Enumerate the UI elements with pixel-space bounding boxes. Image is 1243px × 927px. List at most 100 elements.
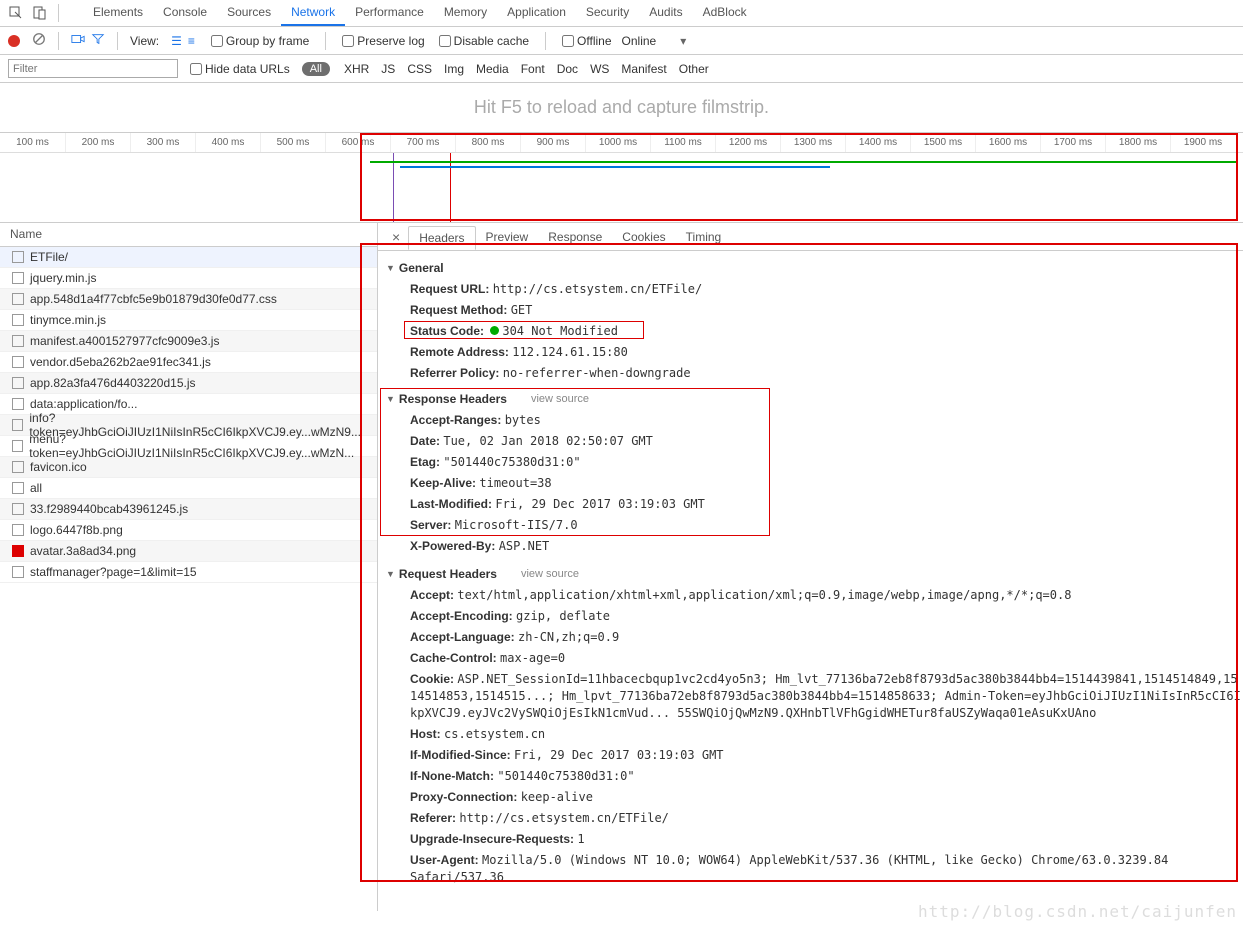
request-row[interactable]: 33.f2989440bcab43961245.js [0, 499, 377, 520]
detail-tab-headers[interactable]: Headers [408, 226, 475, 250]
tab-sources[interactable]: Sources [217, 0, 281, 26]
file-icon [12, 335, 24, 347]
file-icon [12, 503, 24, 515]
file-icon [12, 524, 24, 536]
file-icon [12, 398, 24, 410]
filter-all[interactable]: All [302, 62, 330, 76]
request-row[interactable]: ETFile/ [0, 247, 377, 268]
disable-cache-checkbox[interactable]: Disable cache [439, 34, 529, 48]
request-name: ETFile/ [30, 250, 68, 264]
filter-doc[interactable]: Doc [557, 62, 578, 76]
tab-memory[interactable]: Memory [434, 0, 497, 26]
device-icon[interactable] [32, 5, 48, 21]
view-tree-icon[interactable]: ≡ [188, 34, 195, 48]
detail-tab-timing[interactable]: Timing [676, 226, 732, 248]
close-icon[interactable]: × [384, 229, 408, 245]
preserve-log-checkbox[interactable]: Preserve log [342, 34, 424, 48]
filter-img[interactable]: Img [444, 62, 464, 76]
request-name: all [30, 481, 42, 495]
tab-performance[interactable]: Performance [345, 0, 434, 26]
hide-data-urls-checkbox[interactable]: Hide data URLs [190, 62, 290, 76]
detail-tabs: × HeadersPreviewResponseCookiesTiming [378, 223, 1243, 251]
camera-icon[interactable] [71, 32, 85, 49]
tick: 1500 ms [910, 133, 975, 152]
request-name: staffmanager?page=1&limit=15 [30, 565, 197, 579]
filter-media[interactable]: Media [476, 62, 509, 76]
tick: 500 ms [260, 133, 325, 152]
network-toolbar: View: ☰ ≡ Group by frame Preserve log Di… [0, 27, 1243, 55]
filter-ws[interactable]: WS [590, 62, 609, 76]
request-row[interactable]: avatar.3a8ad34.png [0, 541, 377, 562]
tab-network[interactable]: Network [281, 0, 345, 26]
request-row[interactable]: tinymce.min.js [0, 310, 377, 331]
section-response-headers[interactable]: ▼Response Headersview source [386, 388, 1243, 410]
offline-checkbox[interactable]: Offline [562, 34, 611, 48]
request-row[interactable]: menu?token=eyJhbGciOiJIUzI1NiIsInR5cCI6I… [0, 436, 377, 457]
filter-input[interactable] [8, 59, 178, 78]
tab-audits[interactable]: Audits [639, 0, 692, 26]
filmstrip-hint: Hit F5 to reload and capture filmstrip. [0, 83, 1243, 133]
tick: 1800 ms [1105, 133, 1170, 152]
request-row[interactable]: jquery.min.js [0, 268, 377, 289]
detail-tab-cookies[interactable]: Cookies [612, 226, 675, 248]
filter-font[interactable]: Font [521, 62, 545, 76]
detail-tab-response[interactable]: Response [538, 226, 612, 248]
request-row[interactable]: app.548d1a4f77cbfc5e9b01879d30fe0d77.css [0, 289, 377, 310]
status-dot-icon [490, 326, 499, 335]
headers-body: ▼General Request URL: http://cs.etsystem… [378, 251, 1243, 911]
file-icon [12, 272, 24, 284]
watermark: http://blog.csdn.net/caijunfen [918, 902, 1237, 921]
tick: 400 ms [195, 133, 260, 152]
throttle-dropdown-icon[interactable]: ▾ [680, 34, 686, 48]
view-source-request[interactable]: view source [521, 568, 579, 580]
view-list-icon[interactable]: ☰ [171, 34, 182, 48]
section-request-headers[interactable]: ▼Request Headersview source [386, 563, 1243, 585]
request-row[interactable]: staffmanager?page=1&limit=15 [0, 562, 377, 583]
request-row[interactable]: app.82a3fa476d4403220d15.js [0, 373, 377, 394]
request-row[interactable]: manifest.a4001527977cfc9009e3.js [0, 331, 377, 352]
request-list-panel: Name ETFile/jquery.min.jsapp.548d1a4f77c… [0, 223, 378, 911]
request-name: tinymce.min.js [30, 313, 106, 327]
name-column-header[interactable]: Name [0, 223, 377, 247]
record-icon[interactable] [8, 35, 20, 47]
tab-console[interactable]: Console [153, 0, 217, 26]
file-icon [12, 566, 24, 578]
request-row[interactable]: vendor.d5eba262b2ae91fec341.js [0, 352, 377, 373]
filter-manifest[interactable]: Manifest [621, 62, 666, 76]
request-name: favicon.ico [30, 460, 87, 474]
tab-application[interactable]: Application [497, 0, 576, 26]
tick: 1000 ms [585, 133, 650, 152]
request-name: 33.f2989440bcab43961245.js [30, 502, 188, 516]
tick: 600 ms [325, 133, 390, 152]
request-row[interactable]: favicon.ico [0, 457, 377, 478]
inspect-icon[interactable] [8, 5, 24, 21]
request-row[interactable]: all [0, 478, 377, 499]
tab-elements[interactable]: Elements [83, 0, 153, 26]
group-by-frame-checkbox[interactable]: Group by frame [211, 34, 309, 48]
main-tabs: ElementsConsoleSourcesNetworkPerformance… [83, 0, 757, 26]
request-name: avatar.3a8ad34.png [30, 544, 136, 558]
view-source-response[interactable]: view source [531, 393, 589, 405]
filter-other[interactable]: Other [679, 62, 709, 76]
file-icon [12, 482, 24, 494]
file-icon [12, 440, 23, 452]
file-icon [12, 461, 24, 473]
filter-css[interactable]: CSS [407, 62, 432, 76]
request-name: logo.6447f8b.png [30, 523, 123, 537]
filter-xhr[interactable]: XHR [344, 62, 369, 76]
request-row[interactable]: logo.6447f8b.png [0, 520, 377, 541]
detail-tab-preview[interactable]: Preview [476, 226, 539, 248]
devtools-toolbar: ElementsConsoleSourcesNetworkPerformance… [0, 0, 1243, 27]
section-general[interactable]: ▼General [386, 257, 1243, 279]
tab-adblock[interactable]: AdBlock [693, 0, 757, 26]
tick: 900 ms [520, 133, 585, 152]
tick: 800 ms [455, 133, 520, 152]
tab-security[interactable]: Security [576, 0, 639, 26]
filter-js[interactable]: JS [381, 62, 395, 76]
clear-icon[interactable] [32, 32, 46, 49]
timeline[interactable]: 100 ms200 ms300 ms400 ms500 ms600 ms700 … [0, 133, 1243, 223]
online-select[interactable]: Online [622, 34, 657, 48]
filter-icon[interactable] [91, 32, 105, 49]
file-icon [12, 356, 24, 368]
tick: 1600 ms [975, 133, 1040, 152]
